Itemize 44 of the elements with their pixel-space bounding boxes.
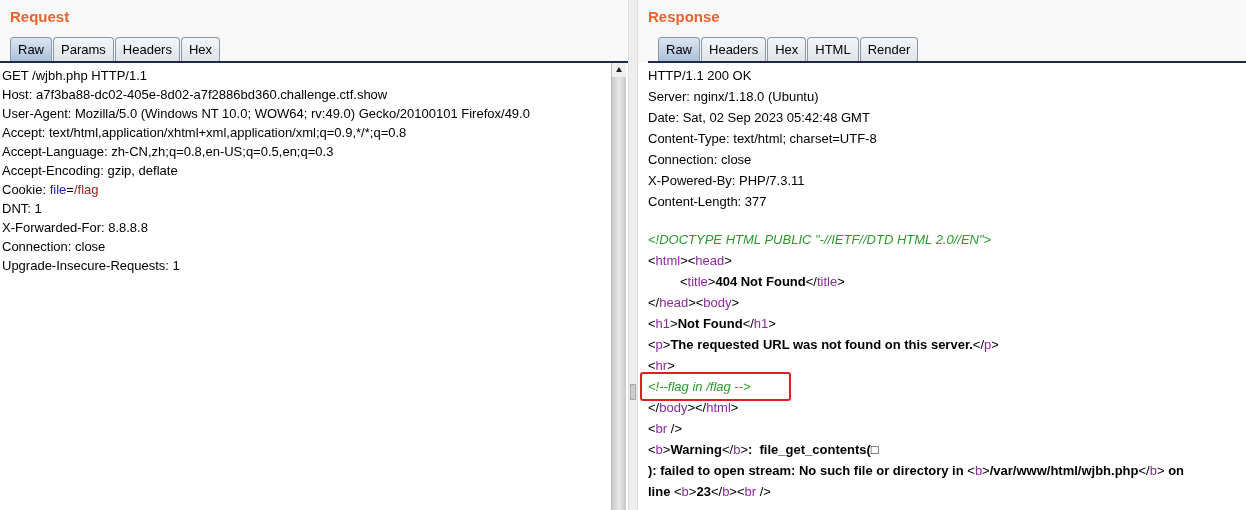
code-line: </body></html> xyxy=(647,399,740,417)
tab[interactable]: Params xyxy=(53,37,114,61)
splitter-handle[interactable] xyxy=(630,384,636,400)
code-line: User-Agent: Mozilla/5.0 (Windows NT 10.0; WOW64; rv:49.0) Gecko/20100101 Firefox/49.0 xyxy=(2,105,530,123)
code-line: Content-Length: 377 xyxy=(647,193,768,211)
code-line: X-Powered-By: PHP/7.3.11 xyxy=(647,172,806,190)
tab[interactable]: Headers xyxy=(114,37,180,61)
code-line: <h1>Not Found</h1> xyxy=(647,315,777,333)
code-line: </head><body> xyxy=(647,294,741,312)
tab[interactable]: Hex xyxy=(180,37,221,61)
tab[interactable]: Raw xyxy=(658,37,700,61)
code-line: line <b>23</b><br /> xyxy=(647,483,772,501)
code-line: <br /> xyxy=(647,420,683,438)
code-line: <!DOCTYPE HTML PUBLIC "-//IETF//DTD HTML 2.0//EN"> xyxy=(647,231,993,249)
panel-title: Request xyxy=(9,7,70,27)
code-line: DNT: 1 xyxy=(2,200,42,218)
scrollbar[interactable] xyxy=(611,63,626,510)
code-line: Content-Type: text/html; charset=UTF-8 xyxy=(647,130,878,148)
tab[interactable]: Headers xyxy=(701,37,767,61)
code-line: Host: a7f3ba88-dc02-405e-8d02-a7f2886bd360.challenge.ctf.show xyxy=(2,86,388,104)
code-line: <title>404 Not Found</title> xyxy=(679,273,846,291)
code-line: Accept-Language: zh-CN,zh;q=0.8,en-US;q=0.5,en;q=0.3 xyxy=(2,143,334,161)
code-line: HTTP/1.1 200 OK xyxy=(647,67,753,85)
scroll-up-icon[interactable] xyxy=(612,63,626,77)
code-line: Upgrade-Insecure-Requests: 1 xyxy=(2,257,180,275)
code-line: <b>Warning</b>: file_get_contents(□ xyxy=(647,441,880,459)
code-line: Cookie: file=/flag xyxy=(2,181,99,199)
code-line: Server: nginx/1.18.0 (Ubuntu) xyxy=(647,88,820,106)
code-line: GET /wjbh.php HTTP/1.1 xyxy=(2,67,147,85)
code-line: Date: Sat, 02 Sep 2023 05:42:48 GMT xyxy=(647,109,871,127)
tab[interactable]: Hex xyxy=(767,37,807,61)
tab[interactable]: HTML xyxy=(807,37,859,61)
code-line: Connection: close xyxy=(647,151,753,169)
tab[interactable]: Raw xyxy=(10,37,52,61)
code-line: Connection: close xyxy=(2,238,106,256)
code-line: <html><head> xyxy=(647,252,733,270)
code-line: X-Forwarded-For: 8.8.8.8 xyxy=(2,219,148,237)
tab[interactable]: Render xyxy=(859,37,919,61)
code-line: <hr> xyxy=(647,357,676,375)
code-line: Accept: text/html,application/xhtml+xml,application/xml;q=0.9,*/*;q=0.8 xyxy=(2,124,407,142)
code-line: Accept-Encoding: gzip, deflate xyxy=(2,162,178,180)
panel-title: Response xyxy=(647,7,720,27)
code-line: ): failed to open stream: No such file or directory in <b>/var/www/html/wjbh.php</b> on xyxy=(647,462,1186,480)
code-line: <p>The requested URL was not found on this server.</p> xyxy=(647,336,1000,354)
